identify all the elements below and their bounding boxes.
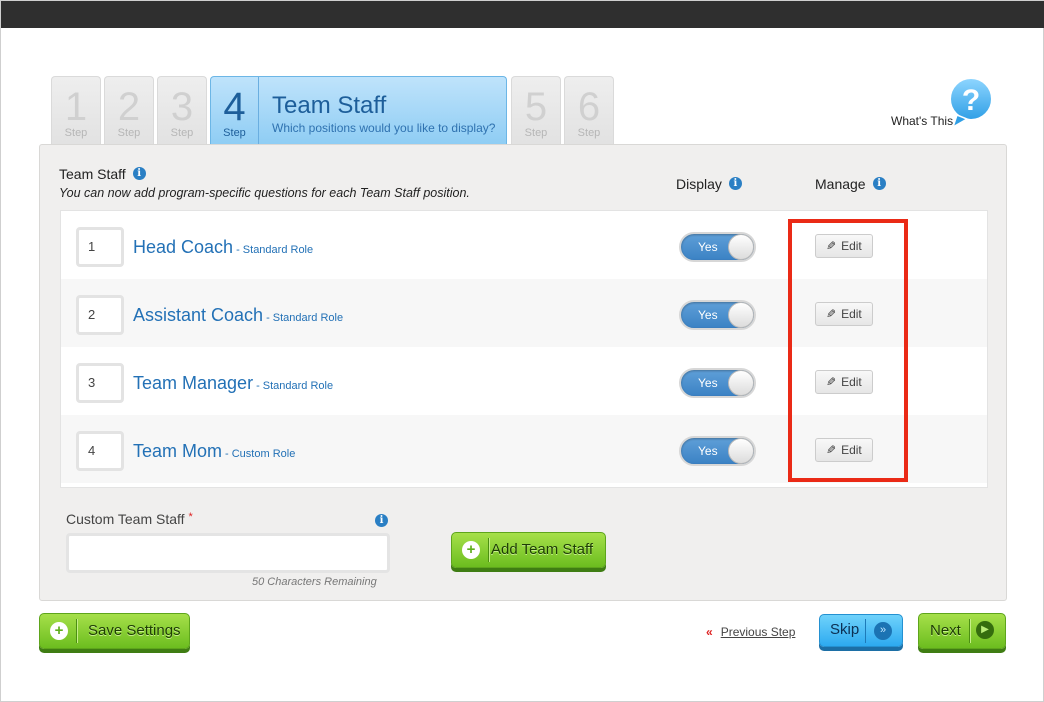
double-chevron-right-icon: » [874, 622, 892, 640]
skip-label: Skip [830, 621, 860, 638]
toggle-knob [728, 438, 754, 464]
step-label: Step [170, 127, 194, 139]
order-input[interactable]: 4 [76, 431, 124, 471]
role-name: Head Coach - Standard Role [133, 237, 313, 258]
manage-label: Manage [815, 176, 866, 192]
previous-step-link[interactable]: « Previous Step [706, 625, 795, 639]
step-number: 4 [223, 85, 246, 129]
order-input[interactable]: 1 [76, 227, 124, 267]
team-staff-title: Team Staff [59, 166, 126, 182]
step-6-tab[interactable]: 6 Step [564, 76, 614, 144]
step-2-tab[interactable]: 2 Step [104, 76, 154, 144]
team-staff-description: You can now add program-specific questio… [59, 186, 470, 200]
info-icon[interactable]: i [872, 177, 886, 191]
role-type: - Standard Role [256, 380, 334, 392]
required-mark: * [188, 511, 193, 523]
play-arrow-icon: ▶ [976, 621, 994, 639]
team-staff-heading: Team Staff i [59, 166, 146, 182]
toggle-knob [728, 370, 754, 396]
step-number: 6 [577, 85, 601, 129]
top-bar [1, 1, 1044, 28]
info-icon[interactable]: i [728, 177, 742, 191]
step-label: Step [117, 127, 141, 139]
display-column-header: Display i [676, 176, 742, 192]
toggle-label: Yes [698, 444, 718, 458]
button-divider [76, 619, 77, 643]
step-label: Step [577, 127, 601, 139]
role-title: Team Mom [133, 441, 223, 461]
order-input[interactable]: 2 [76, 295, 124, 335]
step-number: 3 [170, 85, 194, 129]
custom-team-staff-input[interactable] [66, 533, 390, 573]
info-icon[interactable]: i [132, 167, 146, 181]
previous-step-label: Previous Step [720, 625, 796, 639]
skip-button[interactable]: Skip » [819, 614, 903, 647]
characters-remaining: 50 Characters Remaining [252, 576, 377, 588]
step-number: 5 [524, 85, 548, 129]
role-name: Team Mom - Custom Role [133, 441, 295, 462]
button-divider [969, 619, 970, 643]
step-4-tab-active[interactable]: 4 Step Team Staff Which positions would … [210, 76, 507, 144]
step-label: Step [223, 127, 246, 139]
next-button[interactable]: Next ▶ [918, 613, 1006, 649]
step-1-tab[interactable]: 1 Step [51, 76, 101, 144]
step-3-tab[interactable]: 3 Step [157, 76, 207, 144]
next-label: Next [930, 622, 961, 639]
question-mark: ? [962, 84, 980, 117]
role-type: - Standard Role [236, 244, 314, 256]
role-name: Assistant Coach - Standard Role [133, 305, 343, 326]
save-settings-label: Save Settings [88, 622, 181, 639]
role-name: Team Manager - Standard Role [133, 373, 333, 394]
role-type: - Custom Role [225, 448, 296, 460]
role-type: - Standard Role [266, 312, 344, 324]
manage-column-header: Manage i [815, 176, 886, 192]
toggle-label: Yes [698, 240, 718, 254]
display-toggle[interactable]: Yes [679, 300, 756, 330]
custom-team-staff-label: Custom Team Staff * [66, 511, 193, 527]
highlight-box [788, 219, 908, 482]
step-subtitle: Which positions would you like to displa… [272, 121, 496, 135]
add-team-staff-button[interactable]: + Add Team Staff [451, 532, 606, 568]
toggle-label: Yes [698, 376, 718, 390]
role-title: Head Coach [133, 237, 234, 257]
toggle-knob [728, 234, 754, 260]
display-label: Display [676, 176, 722, 192]
display-toggle[interactable]: Yes [679, 436, 756, 466]
display-toggle[interactable]: Yes [679, 232, 756, 262]
plus-icon: + [50, 622, 68, 640]
step-title: Team Staff [272, 92, 387, 119]
whats-this-link[interactable]: What's This [891, 114, 953, 128]
save-settings-button[interactable]: + Save Settings [39, 613, 190, 649]
step-number: 2 [117, 85, 141, 129]
role-title: Team Manager [133, 373, 254, 393]
double-chevron-left-icon: « [706, 625, 713, 639]
add-team-staff-label: Add Team Staff [491, 541, 594, 558]
display-toggle[interactable]: Yes [679, 368, 756, 398]
step-label: Step [64, 127, 88, 139]
plus-icon: + [462, 541, 480, 559]
step-label: Step [524, 127, 548, 139]
step-number-box: 4 Step [211, 77, 259, 144]
page-frame: 1 Step 2 Step 3 Step 4 Step Team Staff W… [0, 0, 1044, 702]
role-title: Assistant Coach [133, 305, 264, 325]
step-number: 1 [64, 85, 88, 129]
order-input[interactable]: 3 [76, 363, 124, 403]
step-5-tab[interactable]: 5 Step [511, 76, 561, 144]
info-icon[interactable]: i [375, 514, 388, 527]
custom-label-text: Custom Team Staff [66, 511, 185, 527]
button-divider [488, 538, 489, 562]
question-bubble-icon[interactable]: ? [947, 77, 995, 129]
toggle-knob [728, 302, 754, 328]
button-divider [865, 619, 866, 643]
toggle-label: Yes [698, 308, 718, 322]
